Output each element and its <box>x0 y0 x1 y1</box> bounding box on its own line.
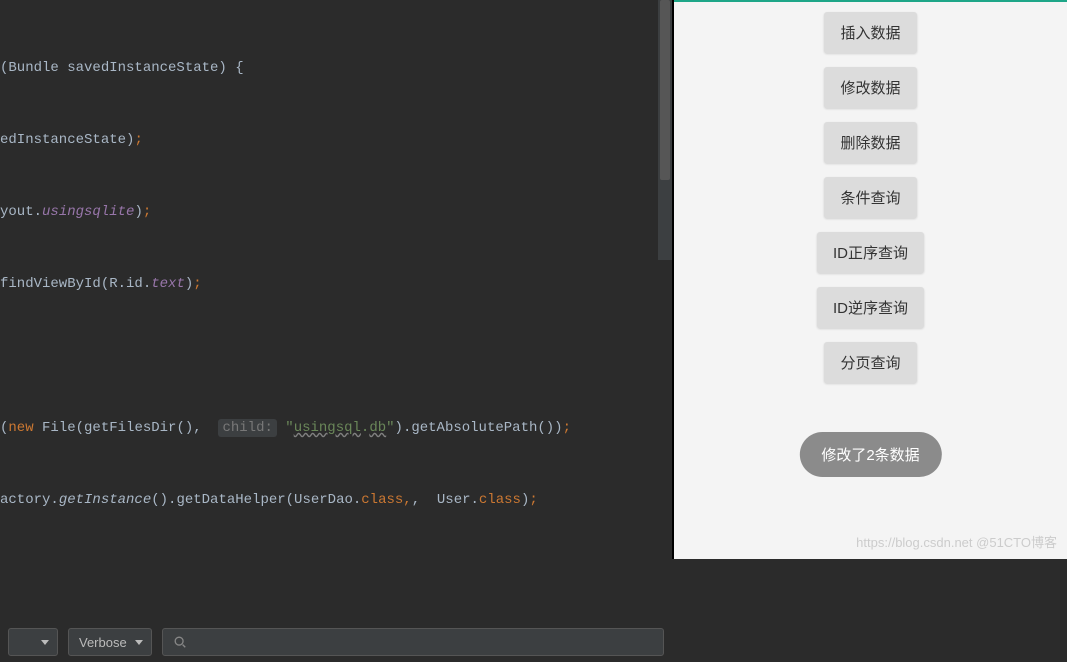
search-icon <box>173 635 187 649</box>
code: ; <box>563 420 571 436</box>
keyword-class: class <box>479 492 521 508</box>
button-list: 插入数据 修改数据 删除数据 条件查询 ID正序查询 ID逆序查询 分页查询 <box>817 12 924 383</box>
phone-emulator: 插入数据 修改数据 删除数据 条件查询 ID正序查询 ID逆序查询 分页查询 修… <box>672 0 1067 559</box>
code: ).getAbsolutePath()) <box>395 420 563 436</box>
paging-query-button[interactable]: 分页查询 <box>824 342 916 383</box>
insert-data-button[interactable]: 插入数据 <box>824 12 916 53</box>
code: File(getFilesDir(), <box>34 420 202 436</box>
code: ) <box>185 276 193 292</box>
code: , User. <box>412 492 479 508</box>
process-dropdown[interactable] <box>8 628 58 656</box>
code: ) <box>134 204 142 220</box>
code: findViewById(R.id. <box>0 276 151 292</box>
string: " <box>386 420 394 436</box>
code: , <box>403 492 411 508</box>
keyword-class: class <box>361 492 403 508</box>
param-hint: child: <box>218 419 276 437</box>
dropdown-label: Verbose <box>79 635 127 650</box>
logcat-toolbar: Verbose <box>0 628 672 656</box>
code: yout. <box>0 204 42 220</box>
id-desc-query-button[interactable]: ID逆序查询 <box>817 287 924 328</box>
chevron-down-icon <box>135 640 143 645</box>
code: usingsqlite <box>42 204 134 220</box>
verbosity-dropdown[interactable]: Verbose <box>68 628 152 656</box>
code-editor[interactable]: (Bundle savedInstanceState) { edInstance… <box>0 0 672 568</box>
string: " <box>277 420 294 436</box>
ide-pane: (Bundle savedInstanceState) { edInstance… <box>0 0 672 559</box>
condition-query-button[interactable]: 条件查询 <box>824 177 916 218</box>
code: ; <box>529 492 537 508</box>
chevron-down-icon <box>41 640 49 645</box>
string: usingsql <box>294 420 361 436</box>
code: getInstance <box>59 492 151 508</box>
watermark: https://blog.csdn.net @51CTO博客 <box>856 532 1057 551</box>
string: db <box>369 420 386 436</box>
code: actory. <box>0 492 59 508</box>
code: ; <box>143 204 151 220</box>
logcat-output[interactable]: t: create table if not exists tb_user (t… <box>0 656 672 662</box>
toast-message: 修改了2条数据 <box>799 432 941 477</box>
status-bar <box>674 0 1067 2</box>
code: ().getDataHelper(UserDao. <box>151 492 361 508</box>
logcat-search-input[interactable] <box>162 628 664 656</box>
id-asc-query-button[interactable]: ID正序查询 <box>817 232 924 273</box>
delete-data-button[interactable]: 删除数据 <box>824 122 916 163</box>
code: ; <box>193 276 201 292</box>
code: (Bundle savedInstanceState) { <box>0 60 244 76</box>
code: ; <box>134 132 142 148</box>
code: edInstanceState <box>0 132 126 148</box>
code: text <box>151 276 185 292</box>
keyword-new: new <box>8 420 33 436</box>
update-data-button[interactable]: 修改数据 <box>824 67 916 108</box>
